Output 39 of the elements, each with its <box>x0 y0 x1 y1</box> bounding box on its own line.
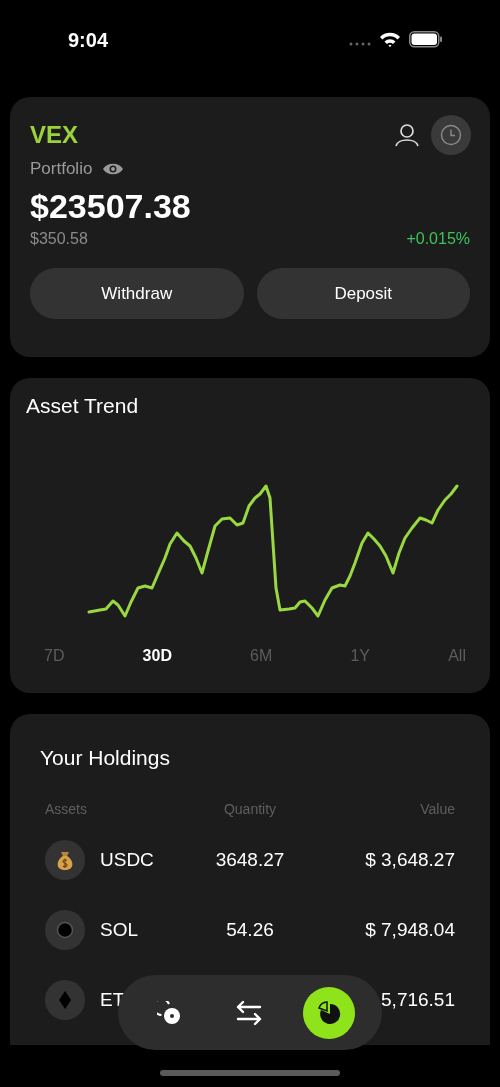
swap-icon <box>236 999 262 1026</box>
balance-amount: $23507.38 <box>30 187 192 226</box>
asset-value: $ 3,648.27 <box>364 849 455 871</box>
pie-chart-icon <box>317 1000 341 1025</box>
asset-value: $ 7,948.04 <box>364 919 455 941</box>
column-header: Quantity <box>222 801 278 817</box>
section-title: Asset Trend <box>26 394 140 418</box>
range-tab[interactable]: 6M <box>250 647 273 665</box>
battery-icon <box>409 31 442 48</box>
asset-name: USDC <box>100 849 154 871</box>
asset-quantity: 3648.27 <box>214 849 286 871</box>
brand-logo: VEX <box>30 121 79 149</box>
profile-icon[interactable] <box>395 123 419 147</box>
column-header: Assets <box>45 801 88 817</box>
portfolio-label: Portfolio <box>30 159 93 179</box>
clock-icon <box>440 124 462 146</box>
range-tab[interactable]: 30D <box>142 647 172 665</box>
asset-name: ET <box>100 989 125 1011</box>
coin-icon <box>56 921 74 939</box>
asset-value: 5,716.51 <box>380 989 455 1011</box>
change-percent: +0.015% <box>406 230 470 248</box>
eye-icon[interactable] <box>102 161 125 177</box>
withdraw-button[interactable]: Withdraw <box>30 268 244 319</box>
range-tab[interactable]: 1Y <box>350 647 371 665</box>
asset-quantity: 54.26 <box>225 919 275 941</box>
range-tab[interactable]: 7D <box>44 647 65 665</box>
range-tab[interactable]: All <box>448 647 466 665</box>
tab-button[interactable] <box>303 986 355 1039</box>
history-button[interactable] <box>431 115 471 155</box>
section-title: Your Holdings <box>40 746 171 770</box>
coins-icon <box>157 1000 181 1025</box>
change-amount: $350.58 <box>30 230 88 248</box>
column-header: Value <box>419 801 455 817</box>
asset-name: SOL <box>100 919 139 941</box>
wifi-icon <box>379 31 401 48</box>
deposit-button[interactable]: Deposit <box>256 268 470 319</box>
signal-icon <box>349 40 371 47</box>
status-time: 9:04 <box>68 29 109 52</box>
diamond-icon <box>59 991 71 1009</box>
